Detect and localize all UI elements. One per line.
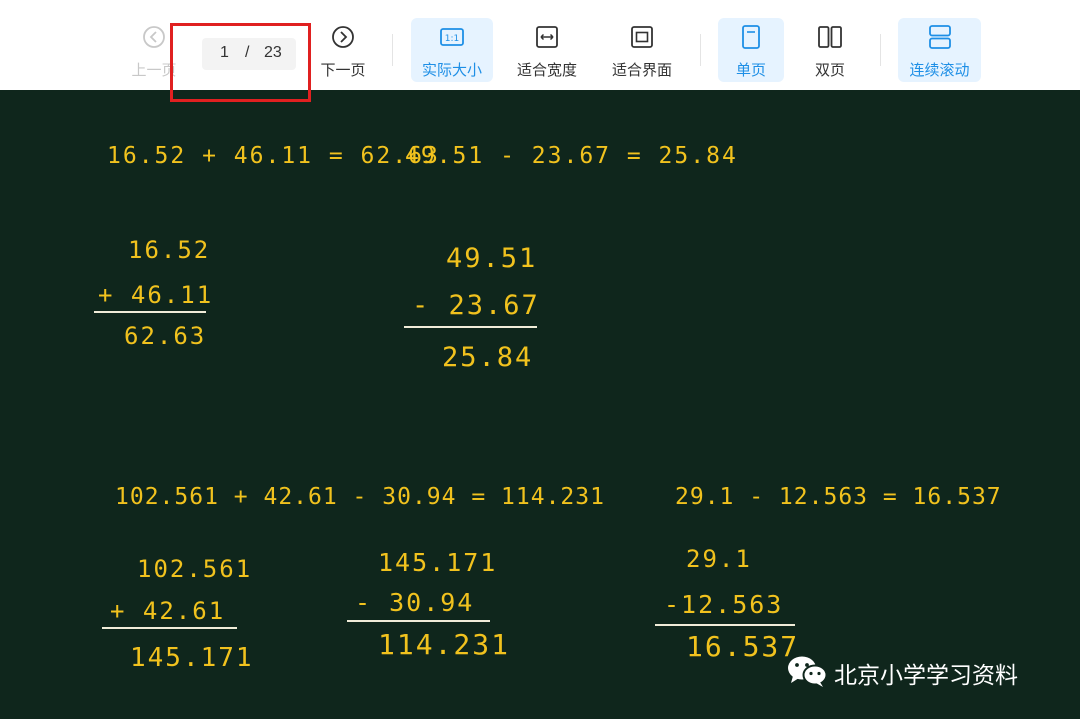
vertical-1-operand: + 46.11 [98, 281, 214, 309]
vertical-2-operand: - 23.67 [412, 290, 540, 321]
double-page-icon [818, 26, 842, 48]
fit-width-label: 适合宽度 [516, 61, 577, 79]
equation-1: 16.52 + 46.11 = 62.63 [107, 143, 440, 169]
single-page-button[interactable]: 单页 [718, 18, 784, 82]
vertical-5-operand: -12.563 [664, 590, 784, 619]
chevron-right-icon [332, 26, 354, 48]
vertical-3-operand: + 42.61 [110, 597, 226, 625]
vertical-5-line [655, 624, 795, 626]
equation-2: 49.51 - 23.67 = 25.84 [405, 143, 738, 169]
double-page-button[interactable]: 双页 [797, 18, 863, 82]
single-page-label: 单页 [735, 61, 766, 79]
next-page-button[interactable]: 下一页 [307, 18, 379, 82]
toolbar-divider [880, 34, 881, 66]
vertical-4-operand: - 30.94 [355, 588, 475, 617]
vertical-4-result: 114.231 [378, 628, 511, 661]
actual-size-icon: 1:1 [440, 28, 464, 46]
vertical-5-result: 16.537 [686, 630, 800, 663]
vertical-2-line [404, 326, 537, 328]
viewer-toolbar: 上一页 1 / 23 下一页 1:1 实际大小 适合宽度 适合界面 单页 双页 … [0, 0, 1080, 102]
vertical-1-result: 62.63 [124, 322, 207, 350]
single-page-icon [742, 25, 760, 49]
continuous-scroll-label: 连续滚动 [909, 61, 970, 79]
actual-size-label: 实际大小 [421, 61, 482, 79]
vertical-3-result: 145.171 [130, 643, 254, 673]
chevron-left-icon [143, 26, 165, 48]
fit-page-label: 适合界面 [611, 61, 672, 79]
double-page-label: 双页 [814, 61, 845, 79]
vertical-1-line [94, 311, 206, 313]
watermark-text: 北京小学学习资料 [834, 663, 1018, 689]
vertical-3-line [102, 627, 237, 629]
vertical-2-top: 49.51 [446, 243, 538, 274]
vertical-4-top: 145.171 [378, 548, 498, 577]
next-page-label: 下一页 [320, 61, 366, 79]
svg-text:1:1: 1:1 [445, 34, 459, 44]
highlight-frame [170, 23, 311, 102]
equation-4: 29.1 - 12.563 = 16.537 [675, 484, 1002, 510]
continuous-scroll-button[interactable]: 连续滚动 [898, 18, 981, 82]
fit-width-button[interactable]: 适合宽度 [507, 18, 587, 82]
fit-page-button[interactable]: 适合界面 [602, 18, 682, 82]
equation-3: 102.561 + 42.61 - 30.94 = 114.231 [115, 484, 605, 510]
actual-size-button[interactable]: 1:1 实际大小 [411, 18, 493, 82]
toolbar-divider [700, 34, 701, 66]
toolbar-divider [392, 34, 393, 66]
fit-page-icon [631, 26, 653, 48]
vertical-5-top: 29.1 [686, 545, 752, 573]
vertical-2-result: 25.84 [442, 342, 534, 373]
vertical-3-top: 102.561 [137, 555, 253, 583]
continuous-scroll-icon [928, 25, 951, 49]
vertical-4-line [347, 620, 490, 622]
vertical-1-top: 16.52 [128, 236, 211, 264]
wechat-icon [788, 656, 828, 687]
fit-width-icon [536, 26, 558, 48]
